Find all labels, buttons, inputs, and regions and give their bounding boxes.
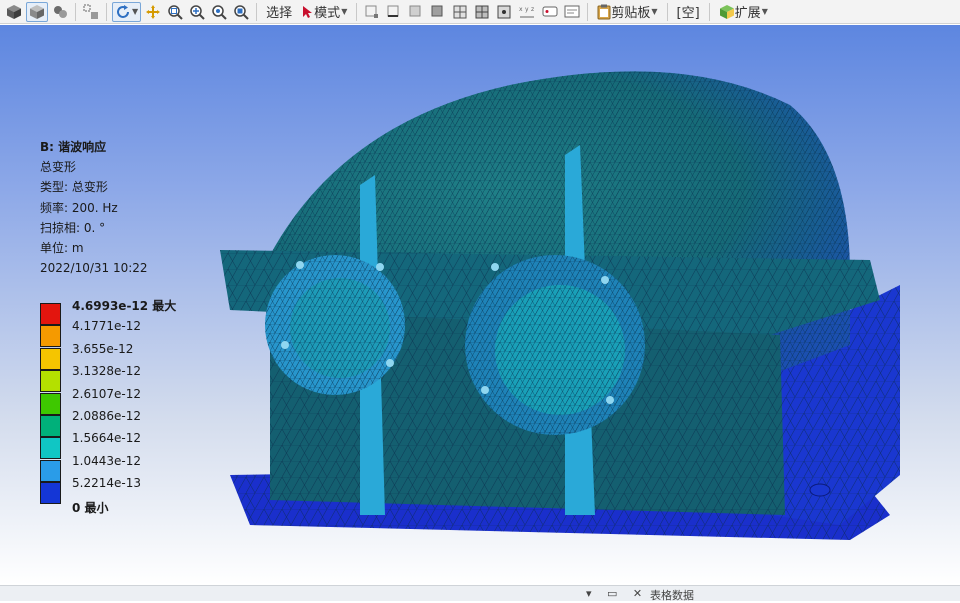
select-vertex-icon[interactable] <box>362 2 382 22</box>
result-timestamp: 2022/10/31 10:22 <box>40 261 148 276</box>
legend-label: 4.6993e-12 最大 <box>72 299 177 313</box>
select-face-icon[interactable] <box>406 2 426 22</box>
chevron-down-icon: ▼ <box>761 7 768 16</box>
result-type: 类型: 总变形 <box>40 180 108 195</box>
legend-label: 0 最小 <box>72 500 109 515</box>
legend-swatch <box>40 414 61 437</box>
select-element-icon[interactable] <box>472 2 492 22</box>
result-title: B: 谐波响应 <box>40 140 107 154</box>
chevron-down-icon: ▼ <box>341 7 348 16</box>
legend-label: 5.2214e-13 <box>72 476 141 491</box>
toolbar-separator <box>256 2 258 21</box>
toolbar-separator <box>587 2 589 21</box>
clipboard-dropdown[interactable]: 剪贴板 ▼ <box>593 2 661 22</box>
legend-label: 4.1771e-12 <box>72 319 141 334</box>
toolbar-separator <box>666 2 668 21</box>
mode-label: 模式 <box>314 6 341 21</box>
legend-swatch <box>40 482 61 505</box>
legend-swatch <box>40 437 61 460</box>
toolbar-separator <box>356 2 358 21</box>
select-element-face-icon[interactable] <box>450 2 470 22</box>
mode-dropdown[interactable]: 模式 ▼ <box>298 2 351 22</box>
select-node-icon[interactable] <box>494 2 514 22</box>
legend-label: 1.0443e-12 <box>72 453 141 468</box>
gearbox-model[interactable] <box>210 45 900 565</box>
legend-label: 2.0886e-12 <box>72 408 141 423</box>
legend-label: 1.5664e-12 <box>72 431 141 446</box>
legend-swatch <box>40 347 61 370</box>
toolbar-separator <box>106 2 107 21</box>
cursor-icon <box>303 5 313 18</box>
svg-text:x: x <box>519 6 523 13</box>
cube-solid-icon[interactable] <box>4 2 24 22</box>
zoom-box-icon[interactable] <box>209 2 229 22</box>
empty-selection[interactable]: [空] <box>673 2 704 22</box>
chevron-down-icon: ▼ <box>132 7 139 16</box>
legend-label: 2.6107e-12 <box>72 386 141 401</box>
drain-plug <box>809 483 831 497</box>
toolbar-separator <box>75 2 76 21</box>
cube-shaded-icon[interactable] <box>26 1 48 22</box>
svg-text:y: y <box>525 6 529 13</box>
legend-swatch <box>40 392 61 415</box>
annotation-icon[interactable] <box>562 2 582 22</box>
zoom-in-icon[interactable] <box>187 2 207 22</box>
svg-text:z: z <box>531 6 534 13</box>
result-quantity: 总变形 <box>40 160 77 175</box>
panel-icons[interactable]: ▾ ▭ ✕ <box>586 587 648 600</box>
legend-swatch <box>40 370 61 393</box>
legend-label: 3.655e-12 <box>72 341 134 356</box>
status-bar: ▾ ▭ ✕ 表格数据 <box>0 585 960 603</box>
toolbar-separator <box>708 2 710 21</box>
extend-label: 扩展 <box>734 6 761 21</box>
select-body-icon[interactable] <box>428 2 448 22</box>
bearing-bore-left-mesh <box>290 278 390 378</box>
rotate-icon[interactable]: ▼ <box>112 1 142 22</box>
select-edge-icon[interactable] <box>384 2 404 22</box>
cube-group-icon[interactable] <box>50 2 70 22</box>
result-frequency: 频率: 200. Hz <box>40 200 118 215</box>
zoom-fit-icon[interactable] <box>165 2 185 22</box>
chevron-down-icon: ▼ <box>651 7 658 16</box>
label-icon[interactable] <box>540 2 560 22</box>
box-select-icon[interactable] <box>81 2 101 22</box>
select-label[interactable]: 选择 <box>262 2 296 22</box>
legend-swatch <box>40 303 61 325</box>
zoom-out-icon[interactable] <box>231 2 251 22</box>
result-sweep-phase: 扫掠相: 0. ° <box>40 220 106 235</box>
extend-dropdown[interactable]: 扩展 ▼ <box>715 2 772 22</box>
graphics-viewport[interactable]: B: 谐波响应 总变形 类型: 总变形 频率: 200. Hz 扫掠相: 0. … <box>0 25 960 585</box>
bearing-bore-right-mesh <box>495 285 625 415</box>
clipboard-label: 剪贴板 <box>611 6 651 21</box>
result-unit: 单位: m <box>40 241 84 256</box>
extend-icon <box>719 4 734 19</box>
main-toolbar: ▼ 选择 模式 ▼ xyz 剪贴板 ▼ [空] 扩展 ▼ <box>0 0 960 24</box>
legend-swatch <box>40 325 61 348</box>
clipboard-icon <box>597 4 611 19</box>
legend-label: 3.1328e-12 <box>72 364 141 379</box>
coordinate-icon[interactable]: xyz <box>516 2 538 22</box>
table-data-tab[interactable]: 表格数据 <box>650 587 694 603</box>
result-info: B: 谐波响应 总变形 类型: 总变形 频率: 200. Hz 扫掠相: 0. … <box>40 137 148 278</box>
pan-icon[interactable] <box>143 2 163 22</box>
legend-swatch <box>40 459 61 482</box>
